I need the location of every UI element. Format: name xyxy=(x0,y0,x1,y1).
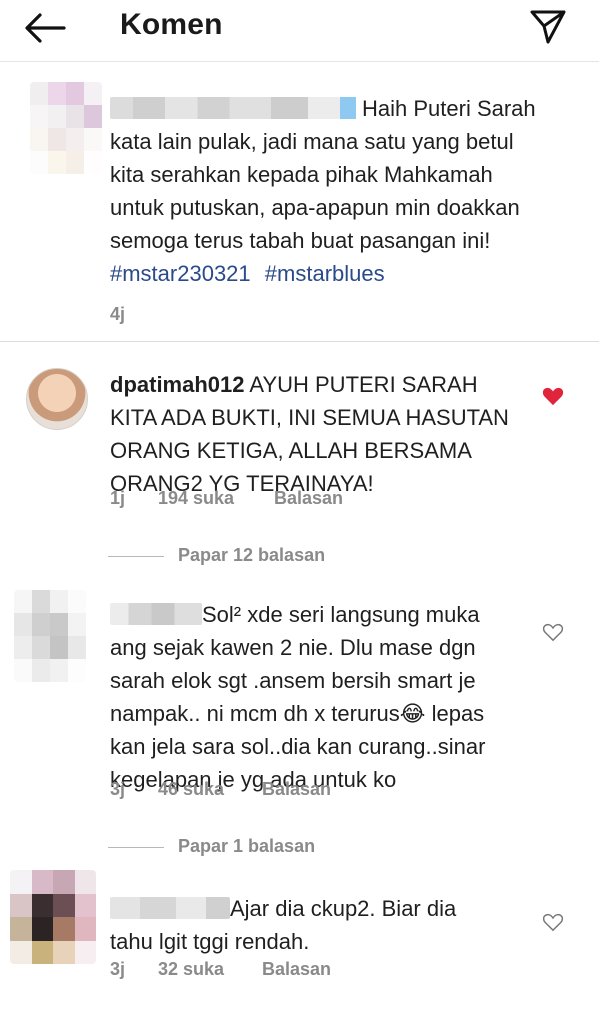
comment-line: sarah elok sgt .ansem bersih smart je xyxy=(110,668,476,693)
reply-button[interactable]: Balasan xyxy=(262,959,331,980)
timestamp: 1j xyxy=(110,488,126,508)
view-replies-button[interactable]: Papar 12 balasan xyxy=(108,545,368,569)
comment-line: Ajar dia ckup2. Biar dia xyxy=(110,892,540,925)
comment-text: Sol² xde seri langsung muka ang sejak ka… xyxy=(110,598,540,796)
caption-line: kata lain pulak, jadi mana satu yang bet… xyxy=(110,129,514,154)
comment-line: Sol² xde seri langsung muka xyxy=(110,598,540,631)
hashtag-list: #mstar230321 #mstarblues xyxy=(110,261,385,287)
avatar[interactable] xyxy=(26,368,88,430)
comment-username[interactable]: dpatimah012 xyxy=(110,372,245,397)
heart-filled-icon[interactable] xyxy=(542,386,564,406)
comment-line: nampak.. ni mcm dh x terurus😂 lepas xyxy=(110,701,485,726)
caption-line: kita serahkan kepada pihak Mahkamah xyxy=(110,162,493,187)
comment-line: ORANG KETIGA, ALLAH BERSAMA xyxy=(110,438,472,463)
avatar[interactable] xyxy=(10,870,96,964)
hashtag-link[interactable]: #mstar230321 xyxy=(110,261,251,286)
comment-line: dpatimah012 AYUH PUTERI SARAH xyxy=(110,372,478,397)
paper-plane-icon xyxy=(530,10,566,44)
like-count[interactable]: 32 suka xyxy=(158,959,224,980)
caption-line: Haih Puteri Sarah xyxy=(110,92,580,125)
comment-text: dpatimah012 AYUH PUTERI SARAH KITA ADA B… xyxy=(110,368,530,500)
back-button[interactable] xyxy=(22,10,68,46)
post-caption: Haih Puteri Sarah kata lain pulak, jadi … xyxy=(0,62,599,342)
comment-line: ang sejak kawen 2 nie. Dlu mase dgn xyxy=(110,635,476,660)
page-title: Komen xyxy=(120,8,223,41)
divider xyxy=(108,556,164,557)
caption-line: untuk putuskan, apa-apapun min doakkan xyxy=(110,195,520,220)
reply-button[interactable]: Balasan xyxy=(274,488,343,509)
verified-mark xyxy=(340,97,356,119)
comment-text: Ajar dia ckup2. Biar dia tahu lgit tggi … xyxy=(110,892,540,958)
comment-line: KITA ADA BUKTI, INI SEMUA HASUTAN xyxy=(110,405,509,430)
view-replies-button[interactable]: Papar 1 balasan xyxy=(108,836,368,860)
arrow-left-icon xyxy=(25,13,66,43)
heart-outline-icon[interactable] xyxy=(542,622,564,642)
like-count[interactable]: 46 suka xyxy=(158,779,224,800)
divider xyxy=(108,847,164,848)
caption-line: semoga terus tabah buat pasangan ini! xyxy=(110,228,491,253)
hashtag-link[interactable]: #mstarblues xyxy=(265,261,385,286)
reply-button[interactable]: Balasan xyxy=(262,779,331,800)
comment-line: kan jela sara sol..dia kan curang..sinar xyxy=(110,734,486,759)
avatar[interactable] xyxy=(14,590,86,682)
top-bar: Komen xyxy=(0,0,599,62)
username-redacted[interactable] xyxy=(110,603,202,625)
timestamp: 4j xyxy=(110,304,126,324)
caption-text: Haih Puteri Sarah kata lain pulak, jadi … xyxy=(110,92,580,257)
timestamp: 3j xyxy=(110,959,126,979)
timestamp: 3j xyxy=(110,779,126,799)
comment-line: tahu lgit tggi rendah. xyxy=(110,929,310,954)
username-redacted[interactable] xyxy=(110,97,340,119)
heart-outline-icon[interactable] xyxy=(542,912,564,932)
send-button[interactable] xyxy=(528,8,568,46)
avatar[interactable] xyxy=(30,82,102,174)
username-redacted[interactable] xyxy=(110,897,230,919)
like-count[interactable]: 194 suka xyxy=(158,488,234,509)
